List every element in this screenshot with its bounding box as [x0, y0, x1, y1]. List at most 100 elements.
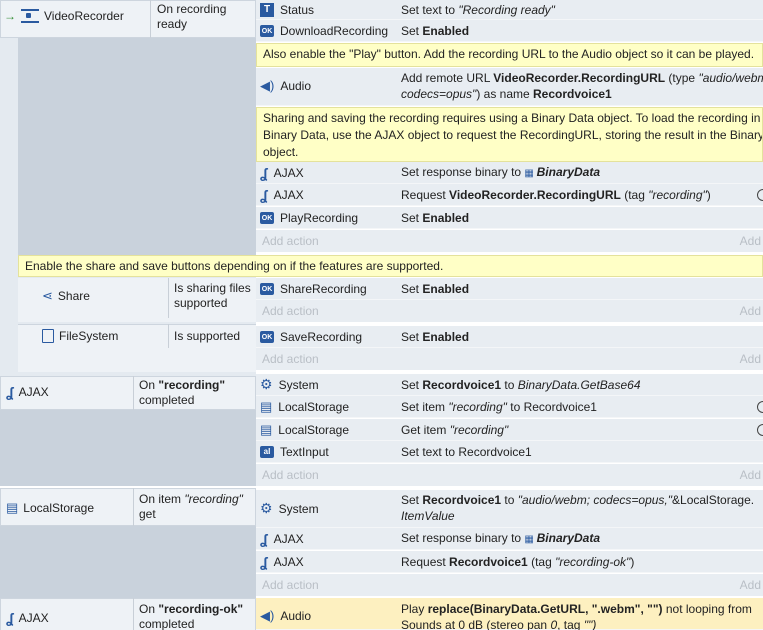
ajax-icon: ʆ	[260, 553, 268, 570]
object-name: FileSystem	[59, 329, 119, 343]
add-link[interactable]: Add	[740, 352, 761, 366]
comment[interactable]: Enable the share and save buttons depend…	[18, 255, 763, 277]
condition-on-recording-ok-completed[interactable]: On "recording-ok" completed	[139, 602, 243, 630]
object-filesystem[interactable]: FileSystem	[42, 329, 118, 343]
action-object: Audio	[280, 79, 312, 93]
action-row[interactable]: OK PlayRecording Set Enabled	[256, 207, 763, 229]
condition-sharing-supported[interactable]: Is sharing files supported	[174, 281, 251, 311]
action-row[interactable]: ⚙ System Set Recordvoice1 to BinaryData.G…	[256, 374, 763, 396]
action-text: Set response binary to ▦ BinaryData	[401, 530, 600, 545]
action-text: Play replace(BinaryData.GetURL, ".webm",…	[401, 602, 752, 630]
object-name: VideoRecorder	[44, 9, 124, 23]
action-row[interactable]: OK ShareRecording Set Enabled	[256, 278, 763, 300]
action-text: Set text to Recordvoice1	[401, 444, 532, 459]
action-text: Request VideoRecorder.RecordingURL (tag …	[401, 187, 711, 202]
ajax-icon: ʆ	[260, 530, 268, 547]
add-link[interactable]: Add	[740, 304, 761, 318]
comment[interactable]: Also enable the "Play" button. Add the r…	[256, 43, 763, 67]
action-object: DownloadRecording	[280, 23, 389, 38]
action-object: TextInput	[280, 444, 329, 459]
action-row[interactable]: T Status Set text to "Recording ready"	[256, 0, 763, 20]
divider	[133, 488, 134, 526]
action-row[interactable]: aI TextInput Set text to Recordvoice1	[256, 441, 763, 463]
object-ajax[interactable]: ʆ AJAX	[6, 384, 49, 400]
action-row[interactable]: ʆ AJAX Request Recordvoice1 (tag "recordi…	[256, 551, 763, 573]
add-link[interactable]: Add	[740, 578, 761, 592]
action-row[interactable]: ⚙ System Set Recordvoice1 to "audio/webm;…	[256, 490, 763, 528]
button-icon: OK	[260, 211, 274, 224]
action-text: Set Recordvoice1 to "audio/webm; codecs=…	[401, 493, 755, 523]
action-text: Set text to "Recording ready"	[401, 2, 555, 17]
action-object: Status	[280, 2, 315, 17]
object-ajax[interactable]: ʆ AJAX	[6, 610, 49, 626]
add-action-row[interactable]: Add action Add	[256, 574, 763, 596]
action-text: Add remote URL VideoRecorder.RecordingUR…	[401, 71, 763, 101]
storage-icon: ▤	[260, 421, 273, 437]
binary-data-icon: ▦	[524, 167, 537, 179]
divider	[150, 0, 151, 38]
action-row[interactable]: OK DownloadRecording Set Enabled	[256, 20, 763, 42]
action-text: Set Enabled	[401, 210, 470, 225]
divider	[168, 324, 169, 348]
object-video-recorder[interactable]: → VideoRecorder	[4, 9, 124, 23]
button-icon: OK	[260, 282, 274, 295]
object-name: LocalStorage	[23, 501, 95, 515]
action-row-audio-play[interactable]: ◀) Audio Play replace(BinaryData.GetURL, …	[256, 598, 763, 630]
action-object: LocalStorage	[278, 399, 350, 414]
object-name: AJAX	[18, 611, 49, 625]
add-link[interactable]: Add	[740, 468, 761, 482]
action-object: PlayRecording	[280, 210, 359, 225]
action-row-audio[interactable]: ◀) Audio Add remote URL VideoRecorder.Rec…	[256, 68, 763, 106]
action-row[interactable]: ▤ LocalStorage Set item "recording" to Re…	[256, 396, 763, 418]
add-action-link[interactable]: Add action	[262, 304, 319, 318]
condition-is-supported[interactable]: Is supported	[174, 329, 240, 344]
add-link[interactable]: Add	[740, 234, 761, 248]
ajax-icon: ʆ	[260, 164, 268, 181]
action-object: ShareRecording	[280, 281, 367, 296]
action-text: Set response binary to ▦ BinaryData	[401, 164, 600, 179]
speaker-icon: ◀)	[260, 608, 275, 623]
action-object: LocalStorage	[278, 422, 350, 437]
action-object: AJAX	[273, 165, 304, 180]
object-name: AJAX	[18, 385, 49, 399]
button-icon: OK	[260, 330, 274, 343]
gear-icon: ⚙	[260, 500, 273, 516]
add-action-row[interactable]: Add action Add	[256, 348, 763, 370]
condition-on-recording-completed[interactable]: On "recording" completed	[139, 378, 225, 408]
action-row[interactable]: OK SaveRecording Set Enabled	[256, 326, 763, 348]
divider	[133, 376, 134, 410]
action-row[interactable]: ʆ AJAX Request VideoRecorder.RecordingURL…	[256, 184, 763, 206]
action-row[interactable]: ʆ AJAX Set response binary to ▦ BinaryDat…	[256, 528, 763, 550]
action-text: Request Recordvoice1 (tag "recording-ok"…	[401, 554, 635, 569]
action-row[interactable]: ʆ AJAX Set response binary to ▦ BinaryDat…	[256, 162, 763, 184]
condition-on-recording-ready[interactable]: On recording ready	[157, 2, 252, 32]
add-action-row[interactable]: Add action Add	[256, 464, 763, 486]
text-icon: T	[260, 2, 274, 17]
object-localstorage[interactable]: ▤ LocalStorage	[6, 500, 94, 516]
comment-line: Sharing and saving the recording require…	[263, 111, 763, 125]
async-icon	[757, 401, 763, 413]
share-icon: ⋖	[42, 288, 53, 303]
add-action-link[interactable]: Add action	[262, 234, 319, 248]
comment[interactable]: Sharing and saving the recording require…	[256, 107, 763, 162]
action-object: AJAX	[273, 187, 304, 202]
divider	[133, 598, 134, 630]
ajax-icon: ʆ	[6, 610, 14, 626]
action-object: System	[278, 501, 319, 516]
async-icon	[757, 424, 763, 436]
add-action-row[interactable]: Add action Add	[256, 300, 763, 322]
add-action-row[interactable]: Add action Add	[256, 230, 763, 252]
action-text: Set Enabled	[401, 281, 470, 296]
action-object: AJAX	[273, 531, 304, 546]
action-text: Set item "recording" to Recordvoice1	[401, 399, 597, 414]
event-condition-area	[18, 38, 256, 256]
condition-on-item-get[interactable]: On item "recording" get	[139, 492, 243, 522]
add-action-link[interactable]: Add action	[262, 352, 319, 366]
object-name: Share	[57, 289, 90, 303]
object-share[interactable]: ⋖ Share	[42, 288, 90, 304]
action-row[interactable]: ▤ LocalStorage Get item "recording"	[256, 419, 763, 441]
add-action-link[interactable]: Add action	[262, 578, 319, 592]
action-object: AJAX	[273, 554, 304, 569]
add-action-link[interactable]: Add action	[262, 468, 319, 482]
video-recorder-icon	[21, 9, 39, 23]
